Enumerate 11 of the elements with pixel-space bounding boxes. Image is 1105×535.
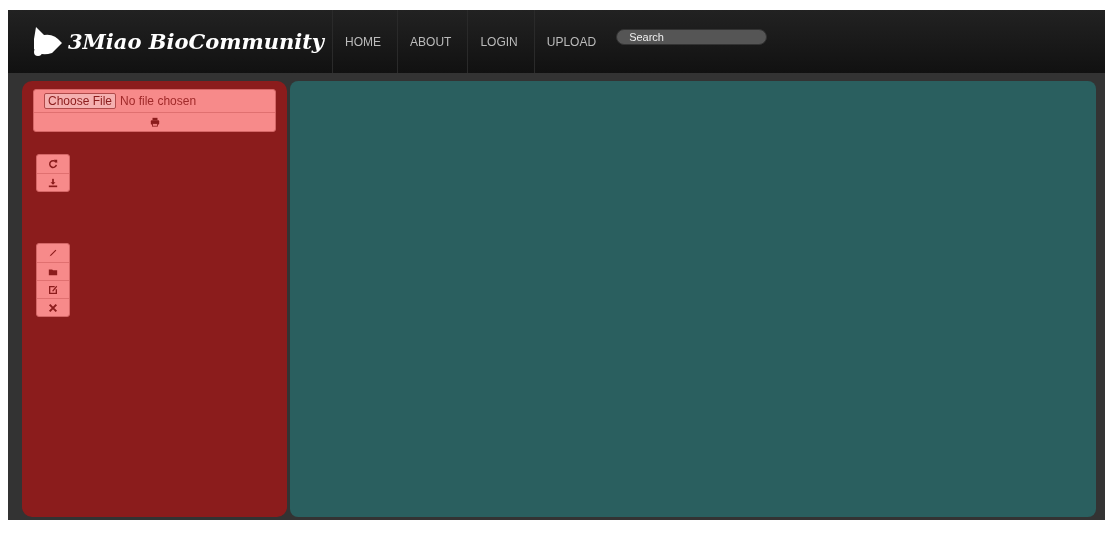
- download-icon: [48, 177, 58, 188]
- pencil-icon: [48, 248, 58, 258]
- search-field[interactable]: Search: [616, 29, 768, 45]
- close-icon: [48, 302, 58, 313]
- edit-icon: [48, 284, 58, 295]
- printer-icon: [149, 117, 160, 127]
- file-status: No file chosen: [120, 94, 197, 108]
- refresh-icon: [48, 159, 58, 169]
- choose-file-button[interactable]: Choose File: [44, 93, 117, 109]
- site-logo[interactable]: 3Miao BioCommunity: [68, 29, 325, 54]
- nav-link[interactable]: UPLOAD: [534, 10, 613, 73]
